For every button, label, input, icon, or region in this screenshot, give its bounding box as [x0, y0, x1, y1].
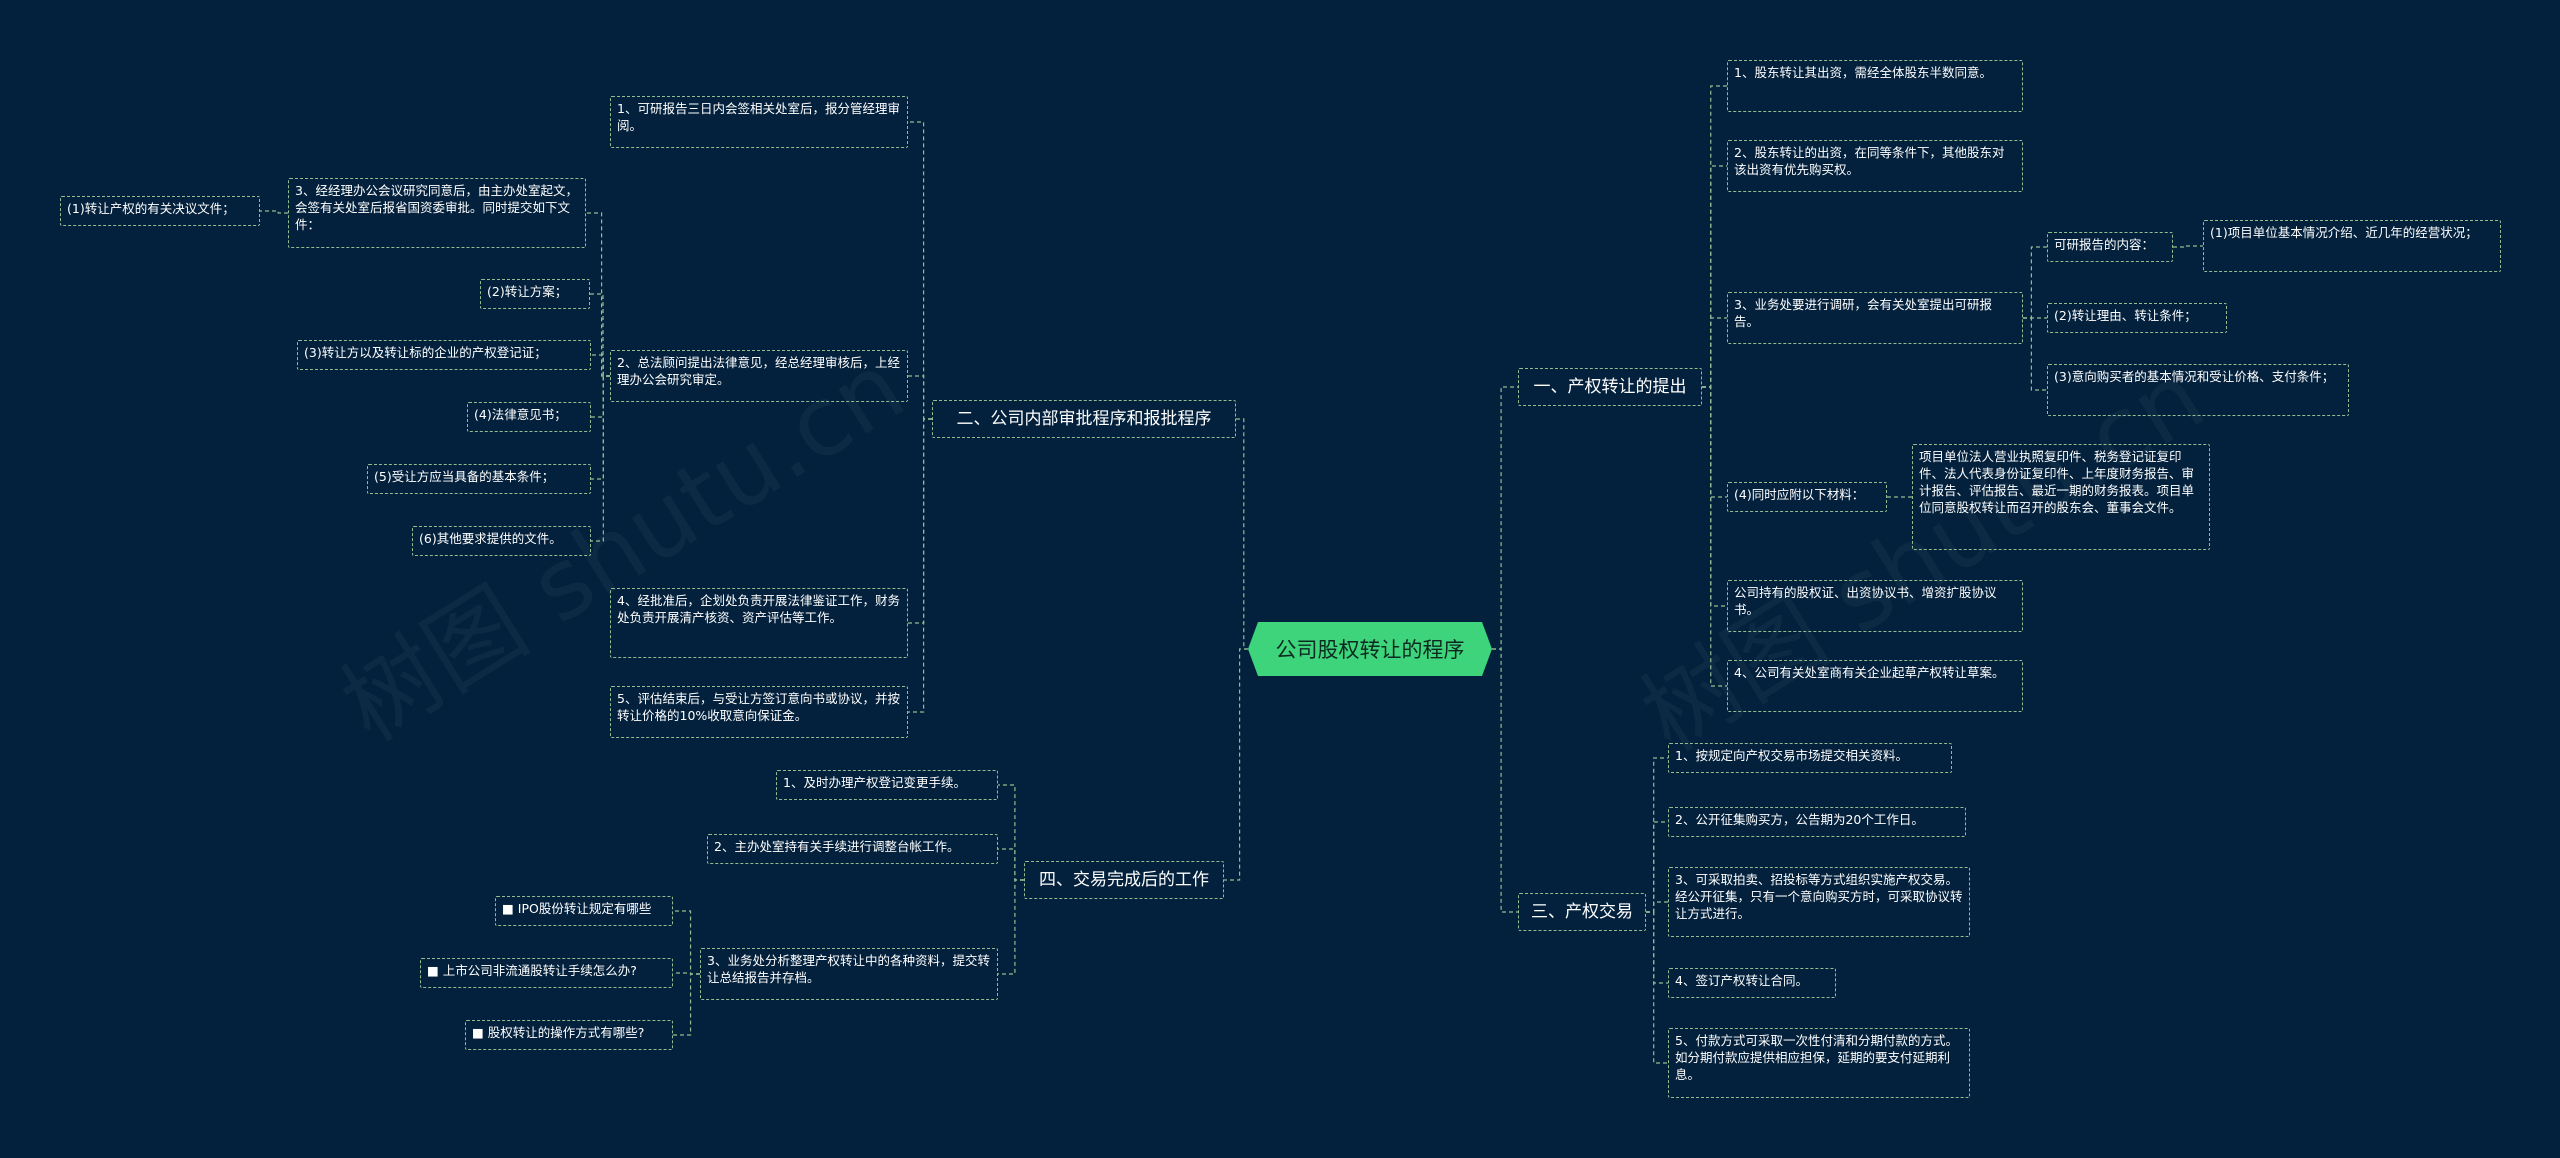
b2-doc-5[interactable]: (5)受让方应当具备的基本条件； [367, 464, 591, 494]
connector-line [1492, 648, 1518, 913]
b2-item-1[interactable]: 1、可研报告三日内会签相关处室后，报分管经理审阅。 [610, 96, 908, 148]
connector-line [1646, 757, 1668, 913]
branch-transfer-proposal[interactable]: 一、产权转让的提出 [1518, 368, 1702, 406]
connector-line [1702, 85, 1727, 388]
b1-item-2[interactable]: 2、股东转让的出资，在同等条件下，其他股东对该出资有优先购买权。 [1727, 140, 2023, 192]
connector-line [1236, 418, 1248, 650]
b2-doc-4[interactable]: (4)法律意见书； [467, 402, 591, 432]
b4-item-2[interactable]: 2、主办处室持有关手续进行调整台帐工作。 [707, 834, 998, 864]
connector-line [1702, 386, 1727, 498]
b1-item-equity-cert[interactable]: 公司持有的股权证、出资协议书、增资扩股协议书。 [1727, 580, 2023, 632]
b1-report-content[interactable]: 可研报告的内容： [2047, 232, 2173, 262]
connector-line [1702, 165, 1727, 388]
b2-doc-6[interactable]: (6)其他要求提供的文件。 [412, 526, 591, 556]
connector-line [908, 375, 932, 420]
b2-doc-2[interactable]: (2)转让方案； [480, 279, 590, 309]
connector-line [2173, 245, 2203, 248]
b1-item-1[interactable]: 1、股东转让其出资，需经全体股东半数同意。 [1727, 60, 2023, 112]
branch-post-transaction[interactable]: 四、交易完成后的工作 [1024, 861, 1224, 899]
connector-line [260, 210, 288, 214]
connector-line [1492, 386, 1518, 650]
connector-line [1702, 386, 1727, 687]
connector-line [1224, 648, 1248, 881]
connector-line [998, 848, 1024, 881]
connector-line [1702, 317, 1727, 388]
b3-item-4[interactable]: 4、签订产权转让合同。 [1668, 968, 1836, 998]
connector-line [590, 293, 610, 377]
b2-item-3-doc-1[interactable]: (1)转让产权的有关决议文件； [60, 196, 260, 226]
connector-line [673, 972, 700, 975]
b1-attached-materials[interactable]: (4)同时应附以下材料： [1727, 482, 1887, 512]
b4-item-1[interactable]: 1、及时办理产权登记变更手续。 [776, 770, 998, 800]
connector-line [998, 784, 1024, 881]
b2-item-2[interactable]: 2、总法顾问提出法律意见，经总经理审核后，上经理办公会研究审定。 [610, 350, 908, 402]
b3-item-5[interactable]: 5、付款方式可采取一次性付清和分期付款的方式。如分期付款应提供相应担保，延期的要… [1668, 1028, 1970, 1098]
b1-item-3[interactable]: 3、业务处要进行调研，会有关处室提出可研报告。 [1727, 292, 2023, 344]
b3-item-3[interactable]: 3、可采取拍卖、招投标等方式组织实施产权交易。经公开征集，只有一个意向购买方时，… [1668, 867, 1970, 937]
root-topic[interactable]: 公司股权转让的程序 [1248, 622, 1492, 676]
b4-item-3[interactable]: 3、业务处分析整理产权转让中的各种资料，提交转让总结报告并存档。 [700, 948, 998, 1000]
connector-line [591, 375, 610, 418]
connector-line [591, 375, 610, 542]
connector-line [591, 354, 610, 377]
connector-line [673, 910, 700, 975]
branch-property-trading[interactable]: 三、产权交易 [1518, 893, 1646, 931]
b1-report-content-3[interactable]: (3)意向购买者的基本情况和受让价格、支付条件； [2047, 364, 2349, 416]
connector-line [908, 418, 932, 713]
connector-lines [260, 85, 2203, 1064]
b4-related-link-1[interactable]: ■ IPO股份转让规定有哪些 [495, 896, 673, 926]
b1-report-content-1[interactable]: (1)项目单位基本情况介绍、近几年的经营状况； [2203, 220, 2501, 272]
connector-line [998, 879, 1024, 975]
connector-line [1646, 821, 1668, 913]
b4-related-link-3[interactable]: ■ 股权转让的操作方式有哪些? [465, 1020, 673, 1050]
b3-item-2[interactable]: 2、公开征集购买方，公告期为20个工作日。 [1668, 807, 1966, 837]
b3-item-1[interactable]: 1、按规定向产权交易市场提交相关资料。 [1668, 743, 1952, 773]
connector-line [2023, 317, 2047, 391]
connector-line [591, 375, 610, 480]
b2-item-3[interactable]: 3、经经理办公会议研究同意后，由主办处室起文，会签有关处室后报省国资委审批。同时… [288, 178, 586, 248]
connector-line [2023, 246, 2047, 319]
connector-line [1646, 911, 1668, 984]
connector-line [908, 121, 932, 420]
b2-item-5[interactable]: 5、评估结束后，与受让方签订意向书或协议，并按转让价格的10%收取意向保证金。 [610, 686, 908, 738]
b4-related-link-2[interactable]: ■ 上市公司非流通股转让手续怎么办? [420, 958, 673, 988]
connector-line [673, 973, 700, 1036]
connector-line [1646, 911, 1668, 1064]
b1-item-4[interactable]: 4、公司有关处室商有关企业起草产权转让草案。 [1727, 660, 2023, 712]
branch-internal-approval[interactable]: 二、公司内部审批程序和报批程序 [932, 400, 1236, 438]
b1-report-content-2[interactable]: (2)转让理由、转让条件； [2047, 303, 2227, 333]
b1-attached-materials-list[interactable]: 项目单位法人营业执照复印件、税务登记证复印件、法人代表身份证复印件、上年度财务报… [1912, 444, 2210, 550]
b2-item-4[interactable]: 4、经批准后，企划处负责开展法律鉴证工作，财务处负责开展清产核资、资产评估等工作… [610, 588, 908, 658]
connector-line [1646, 901, 1668, 913]
connector-line [908, 418, 932, 624]
b2-doc-3[interactable]: (3)转让方以及转让标的企业的产权登记证； [297, 340, 591, 370]
mind-map-canvas: 树图 shutu.cn 树图 shutu.cn 公司股权转让的程序 一、产权转让… [0, 0, 2560, 1158]
